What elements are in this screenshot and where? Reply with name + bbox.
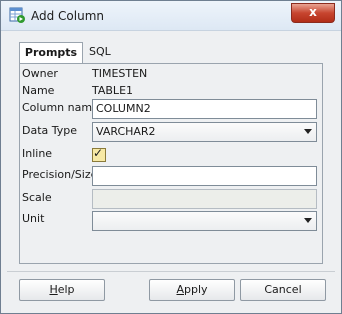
- precision-size-label: Precision/Size: [22, 168, 98, 181]
- add-column-icon: [9, 7, 25, 23]
- help-label-rest: elp: [57, 283, 75, 296]
- add-column-dialog: Add Column x Prompts SQL Owner TIMESTEN …: [0, 0, 342, 314]
- checkmark-icon: ✓: [93, 146, 104, 160]
- window-title: Add Column: [31, 9, 105, 23]
- column-name-input[interactable]: COLUMN2: [92, 99, 317, 119]
- chevron-down-icon: [304, 129, 312, 134]
- data-type-value: VARCHAR2: [96, 125, 156, 138]
- owner-value: TIMESTEN: [92, 67, 148, 80]
- close-button[interactable]: x: [291, 3, 335, 23]
- column-name-value: COLUMN2: [96, 102, 151, 115]
- tab-sql[interactable]: SQL: [83, 42, 117, 62]
- title-bar: Add Column x: [1, 1, 341, 31]
- scale-label: Scale: [22, 191, 52, 204]
- button-separator: [7, 271, 335, 272]
- name-label: Name: [22, 84, 55, 97]
- inline-label: Inline: [22, 147, 53, 160]
- owner-label: Owner: [22, 67, 58, 80]
- apply-label-rest: pply: [184, 283, 208, 296]
- cancel-button[interactable]: Cancel: [240, 279, 326, 301]
- help-mnemonic: H: [49, 283, 58, 296]
- data-type-select[interactable]: VARCHAR2: [92, 122, 317, 142]
- apply-mnemonic: A: [176, 283, 184, 296]
- scale-input[interactable]: [92, 189, 317, 209]
- inline-checkbox[interactable]: ✓: [92, 146, 106, 162]
- data-type-label: Data Type: [22, 124, 78, 137]
- name-value: TABLE1: [92, 84, 134, 97]
- unit-select[interactable]: [92, 211, 317, 231]
- chevron-down-icon: [304, 218, 312, 223]
- prompts-panel: Owner TIMESTEN Name TABLE1 Column name C…: [19, 63, 323, 264]
- apply-button[interactable]: Apply: [149, 279, 235, 301]
- help-button[interactable]: Help: [19, 279, 105, 301]
- tab-prompts[interactable]: Prompts: [19, 42, 83, 64]
- precision-size-input[interactable]: [92, 166, 317, 186]
- column-name-label: Column name: [22, 101, 99, 114]
- unit-label: Unit: [22, 212, 45, 225]
